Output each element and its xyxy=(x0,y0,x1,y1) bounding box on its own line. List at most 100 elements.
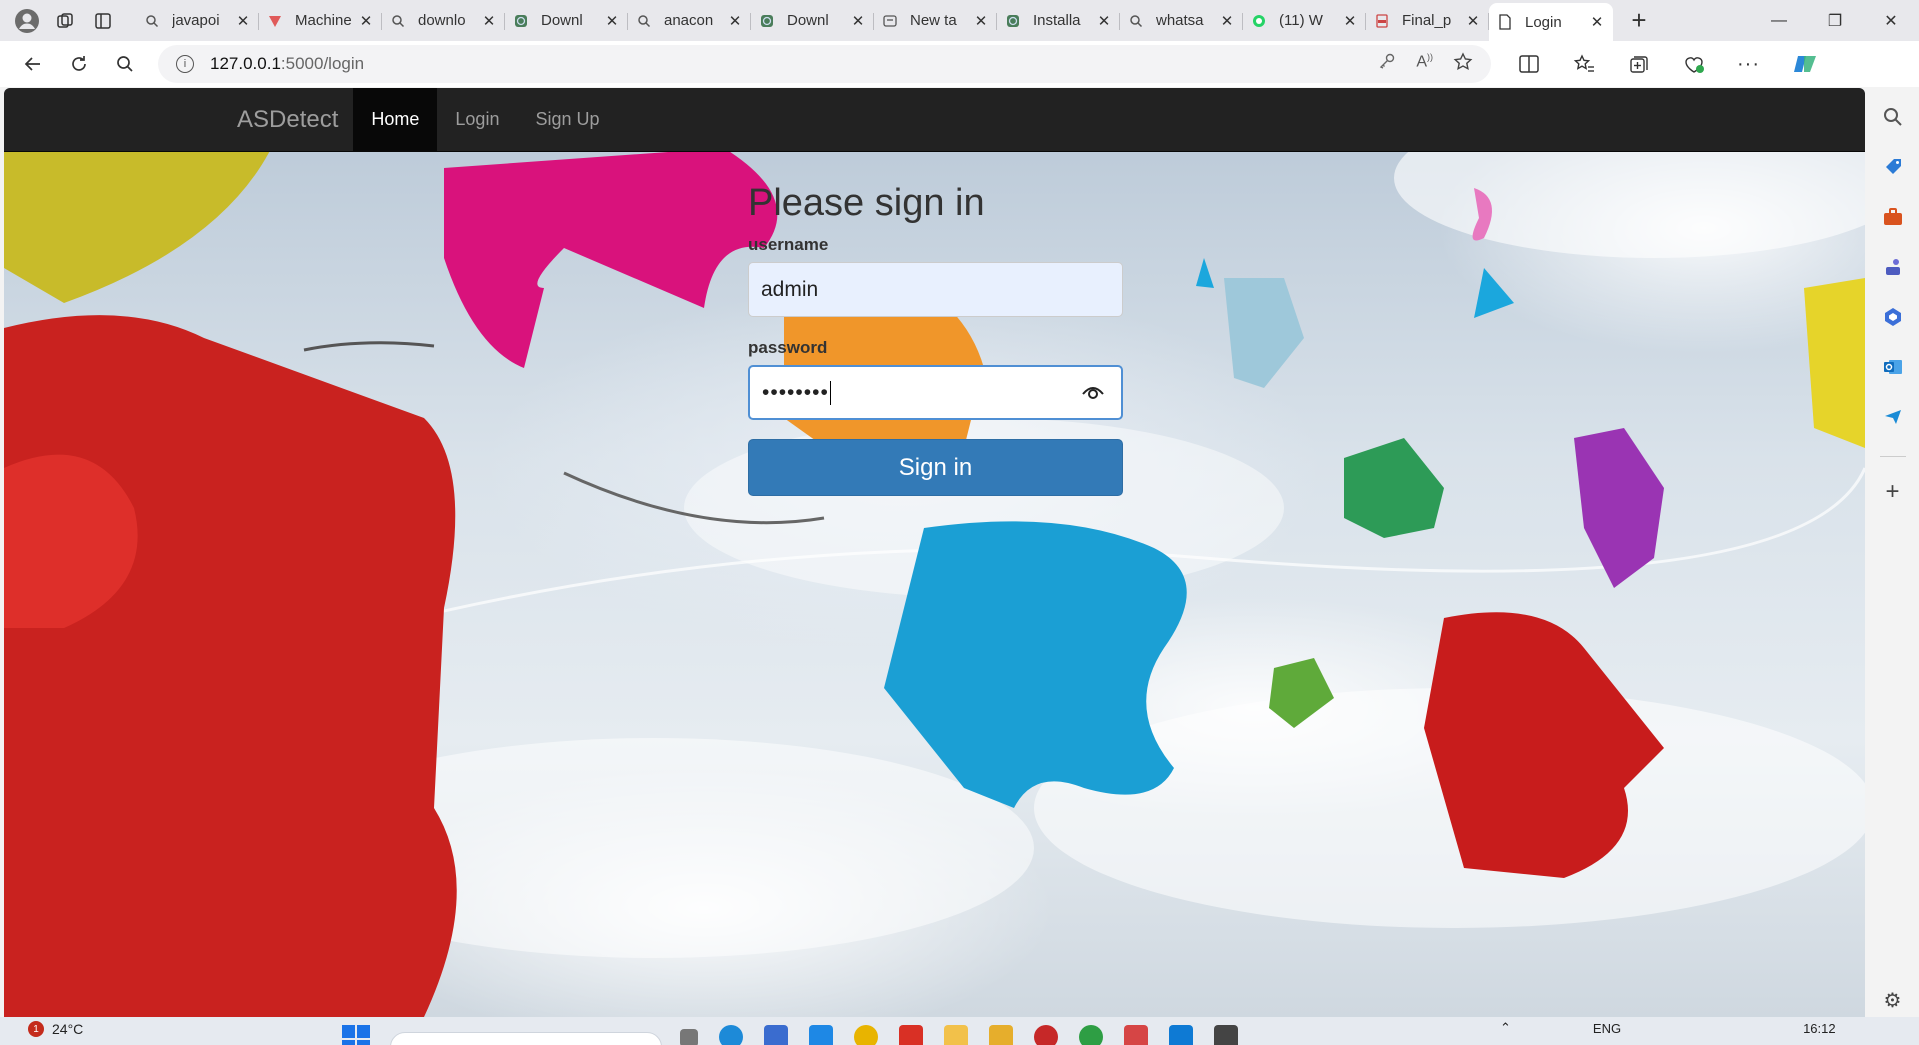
close-icon[interactable]: ✕ xyxy=(1589,13,1605,31)
clock[interactable]: 16:12 xyxy=(1803,1021,1836,1036)
chrome-icon[interactable] xyxy=(854,1025,878,1045)
url-field[interactable]: i 127.0.0.1:5000/login A)) xyxy=(158,45,1491,83)
close-icon[interactable]: ✕ xyxy=(850,12,866,30)
workspaces-icon[interactable] xyxy=(46,4,84,38)
folder-icon[interactable] xyxy=(989,1025,1013,1045)
tab-title: Final_p xyxy=(1402,12,1452,29)
browser-tab[interactable]: anacon ✕ xyxy=(628,4,751,38)
vercel-icon xyxy=(267,13,283,29)
search-icon[interactable] xyxy=(1878,102,1908,132)
vscode-blue-icon[interactable] xyxy=(809,1025,833,1045)
send-icon[interactable] xyxy=(1878,402,1908,432)
nav-signup[interactable]: Sign Up xyxy=(517,88,617,151)
more-options-icon[interactable]: ··· xyxy=(1721,45,1776,83)
browser-tab[interactable]: (11) W ✕ xyxy=(1243,4,1366,38)
copilot-icon[interactable] xyxy=(1776,45,1831,83)
tab-title: downlo xyxy=(418,12,466,29)
games-icon[interactable] xyxy=(1878,252,1908,282)
browser-tab[interactable]: Installa ✕ xyxy=(997,4,1120,38)
terminal-icon[interactable] xyxy=(1214,1025,1238,1045)
vscode-icon[interactable] xyxy=(1169,1025,1193,1045)
app-red-icon[interactable] xyxy=(1034,1025,1058,1045)
minimize-icon[interactable]: — xyxy=(1751,2,1807,40)
restore-icon[interactable]: ❐ xyxy=(1807,2,1863,40)
browser-tab[interactable]: whatsa ✕ xyxy=(1120,4,1243,38)
browser-tab-active[interactable]: Login ✕ xyxy=(1489,3,1613,41)
edge-icon[interactable] xyxy=(719,1025,743,1045)
tools-icon[interactable] xyxy=(1878,202,1908,232)
microsoft365-icon[interactable] xyxy=(1878,302,1908,332)
shopping-tag-icon[interactable] xyxy=(1878,152,1908,182)
page-icon xyxy=(513,13,529,29)
navbar-brand[interactable]: ASDetect xyxy=(222,88,353,151)
close-icon[interactable]: ✕ xyxy=(1096,12,1112,30)
sidebar-divider xyxy=(1879,456,1906,457)
windows-start-icon[interactable] xyxy=(342,1025,372,1045)
close-icon[interactable]: ✕ xyxy=(1342,12,1358,30)
outlook-icon[interactable] xyxy=(1878,352,1908,382)
vertical-tabs-icon[interactable] xyxy=(84,4,122,38)
url-host: 127.0.0.1 xyxy=(210,54,281,73)
split-screen-icon[interactable] xyxy=(1501,45,1556,83)
favorite-star-icon[interactable] xyxy=(1453,51,1473,77)
new-tab-button[interactable]: + xyxy=(1619,4,1659,38)
tray-icons[interactable]: ⌃ xyxy=(1500,1020,1511,1036)
gmail-icon[interactable] xyxy=(899,1025,923,1045)
browser-tab[interactable]: Final_p ✕ xyxy=(1366,4,1489,38)
close-icon[interactable]: ✕ xyxy=(481,12,497,30)
close-icon[interactable]: ✕ xyxy=(727,12,743,30)
profile-icon[interactable] xyxy=(8,4,46,38)
file-explorer-icon[interactable] xyxy=(944,1025,968,1045)
signin-button[interactable]: Sign in xyxy=(748,439,1123,496)
password-input[interactable]: •••••••• xyxy=(748,365,1123,420)
whatsapp-icon xyxy=(1251,13,1267,29)
site-info-icon[interactable]: i xyxy=(176,55,194,73)
tab-title: (11) W xyxy=(1279,12,1323,29)
weather-widget[interactable]: 1 24°C xyxy=(28,1021,83,1037)
tab-title: Downl xyxy=(541,12,583,29)
browser-tab[interactable]: New ta ✕ xyxy=(874,4,997,38)
add-icon[interactable]: + xyxy=(1878,477,1908,507)
tab-title: Machine xyxy=(295,12,352,29)
calendar-icon[interactable] xyxy=(1124,1025,1148,1045)
taskbar-apps xyxy=(680,1025,1238,1045)
back-icon[interactable] xyxy=(10,45,56,83)
browser-tab[interactable]: Downl ✕ xyxy=(505,4,628,38)
search-icon xyxy=(390,13,406,29)
close-icon[interactable]: ✕ xyxy=(973,12,989,30)
close-icon[interactable]: ✕ xyxy=(358,12,374,30)
browser-tab[interactable]: Machine ✕ xyxy=(259,4,382,38)
browser-tab[interactable]: javapoi ✕ xyxy=(136,4,259,38)
browser-tab[interactable]: Downl ✕ xyxy=(751,4,874,38)
collections-icon[interactable] xyxy=(1611,45,1666,83)
close-icon[interactable]: ✕ xyxy=(1465,12,1481,30)
search-icon xyxy=(1128,13,1144,29)
close-icon[interactable]: ✕ xyxy=(235,12,251,30)
language-indicator[interactable]: ENG xyxy=(1593,1021,1621,1036)
edge-sidebar: + ⚙ xyxy=(1866,88,1919,1017)
taskbar-search[interactable] xyxy=(390,1032,662,1045)
close-icon[interactable]: ✕ xyxy=(604,12,620,30)
browser-essentials-icon[interactable] xyxy=(1666,45,1721,83)
nav-home[interactable]: Home xyxy=(353,88,438,151)
username-input[interactable]: admin xyxy=(748,262,1123,317)
notification-badge: 1 xyxy=(28,1021,44,1037)
close-window-icon[interactable]: ✕ xyxy=(1863,2,1919,40)
read-aloud-icon[interactable]: A)) xyxy=(1416,52,1433,77)
nav-login[interactable]: Login xyxy=(437,88,517,151)
show-password-eye-icon[interactable] xyxy=(1081,382,1105,408)
refresh-icon[interactable] xyxy=(56,45,102,83)
store-icon[interactable] xyxy=(764,1025,788,1045)
password-key-icon[interactable] xyxy=(1378,52,1396,77)
app-green-icon[interactable] xyxy=(1079,1025,1103,1045)
close-icon[interactable]: ✕ xyxy=(1219,12,1235,30)
search-icon[interactable] xyxy=(102,45,148,83)
password-value: •••••••• xyxy=(762,380,829,404)
favorites-icon[interactable] xyxy=(1556,45,1611,83)
page-viewport: ASDetect Home Login Sign Up Please sign … xyxy=(4,88,1865,1017)
browser-tab[interactable]: downlo ✕ xyxy=(382,4,505,38)
window-controls: — ❐ ✕ xyxy=(1751,2,1919,40)
task-view-icon[interactable] xyxy=(680,1029,698,1045)
tab-title: anacon xyxy=(664,12,714,29)
settings-gear-icon[interactable]: ⚙ xyxy=(1884,988,1902,1013)
